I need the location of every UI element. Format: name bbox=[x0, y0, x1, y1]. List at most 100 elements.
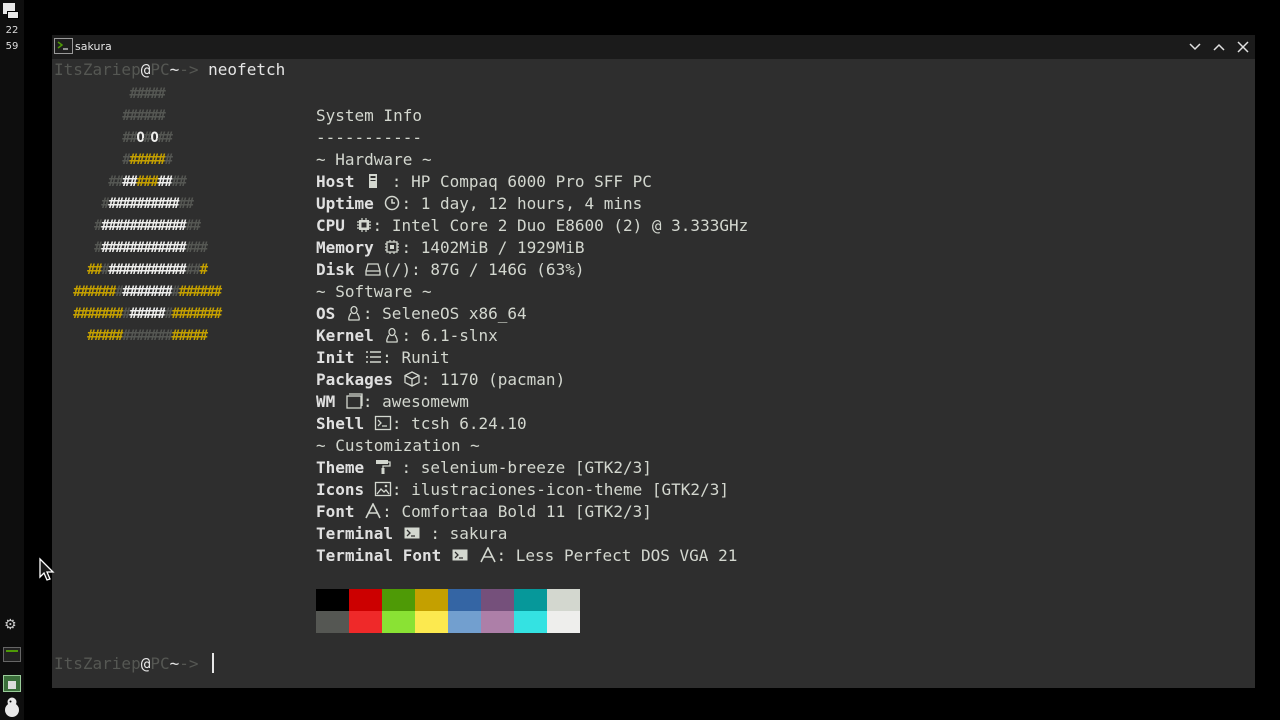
text-cursor bbox=[212, 653, 215, 673]
color-swatch-normal-4 bbox=[448, 589, 481, 611]
info-value: : Runit bbox=[382, 348, 450, 367]
disk-icon bbox=[364, 260, 382, 279]
info-key: Theme bbox=[316, 458, 365, 477]
info-value: : Intel Core 2 Duo E8600 (2) @ 3.333GHz bbox=[372, 216, 749, 235]
prompt-host: PC bbox=[150, 60, 170, 79]
termf-icon bbox=[451, 546, 469, 565]
system-info: System Info ----------- ~ Hardware ~ Host :… bbox=[316, 105, 748, 567]
color-swatch-bright-0 bbox=[316, 611, 349, 633]
minimize-icon[interactable] bbox=[1187, 39, 1203, 55]
box-icon bbox=[403, 370, 421, 389]
info-value: : Less Perfect DOS VGA 21 bbox=[496, 546, 738, 565]
info-row-cpu: CPU : Intel Core 2 Duo E8600 (2) @ 3.333… bbox=[316, 215, 748, 237]
color-swatch-bright-1 bbox=[349, 611, 382, 633]
color-palette bbox=[316, 589, 580, 633]
info-key: Packages bbox=[316, 370, 394, 389]
gear-icon[interactable]: ⚙ bbox=[4, 617, 20, 633]
info-row-init: Init : Runit bbox=[316, 347, 748, 369]
info-row-terminal-font: Terminal Font : Less Perfect DOS VGA 21 bbox=[316, 545, 748, 567]
info-key: CPU bbox=[316, 216, 345, 235]
info-value: : ilustraciones-icon-theme [GTK2/3] bbox=[391, 480, 729, 499]
title-bar[interactable]: sakura bbox=[52, 35, 1255, 59]
info-row-terminal: Terminal : sakura bbox=[316, 523, 748, 545]
prompt-path: ~ bbox=[169, 654, 180, 673]
win-icon bbox=[345, 392, 363, 411]
color-swatch-bright-6 bbox=[514, 611, 547, 633]
info-custom-header: ~ Customization ~ bbox=[316, 436, 480, 455]
info-key: Disk bbox=[316, 260, 355, 279]
prompt-path: ~ bbox=[169, 60, 180, 79]
color-swatch-bright-3 bbox=[415, 611, 448, 633]
info-value: : sakura bbox=[420, 524, 508, 543]
side-panel: 22 59 ⚙ bbox=[0, 0, 24, 720]
color-swatch-bright-4 bbox=[448, 611, 481, 633]
command-prompt-line: ItsZariep@PC~-> neofetch bbox=[54, 59, 285, 81]
workspace-switcher-icon[interactable] bbox=[3, 3, 19, 19]
info-value: : awesomewm bbox=[362, 392, 469, 411]
info-value: : 6.1-slnx bbox=[401, 326, 498, 345]
color-swatch-normal-3 bbox=[415, 589, 448, 611]
clock-minute: 59 bbox=[5, 41, 19, 52]
info-row-host: Host : HP Compaq 6000 Pro SFF PC bbox=[316, 171, 748, 193]
prompt-arrow: -> bbox=[179, 60, 199, 79]
info-value: : tcsh 6.24.10 bbox=[391, 414, 527, 433]
prompt-arrow: -> bbox=[179, 654, 199, 673]
info-value: : HP Compaq 6000 Pro SFF PC bbox=[382, 172, 652, 191]
info-key: OS bbox=[316, 304, 336, 323]
prompt-at: @ bbox=[140, 654, 151, 673]
color-swatch-normal-6 bbox=[514, 589, 547, 611]
prompt-at: @ bbox=[140, 60, 151, 79]
list-icon bbox=[364, 348, 382, 367]
prompt-host: PC bbox=[150, 654, 170, 673]
color-swatch-bright-7 bbox=[547, 611, 580, 633]
penguin-icon[interactable] bbox=[2, 696, 22, 718]
info-value: : SeleneOS x86_64 bbox=[362, 304, 527, 323]
terminal-task-icon[interactable] bbox=[3, 647, 21, 662]
info-row-theme: Theme : selenium-breeze [GTK2/3] bbox=[316, 457, 748, 479]
maximize-icon[interactable] bbox=[1211, 39, 1227, 55]
info-key: Memory bbox=[316, 238, 374, 257]
info-key: Kernel bbox=[316, 326, 374, 345]
info-value: : 1 day, 12 hours, 4 mins bbox=[401, 194, 643, 213]
terminal-icon bbox=[54, 38, 73, 54]
info-key: Terminal bbox=[316, 524, 394, 543]
tux-icon bbox=[383, 326, 401, 345]
home-icon[interactable] bbox=[3, 675, 21, 692]
close-icon[interactable] bbox=[1235, 39, 1251, 55]
info-value: : 1402MiB / 1929MiB bbox=[401, 238, 585, 257]
color-swatch-bright-5 bbox=[481, 611, 514, 633]
info-row-os: OS : SeleneOS x86_64 bbox=[316, 303, 748, 325]
font-icon bbox=[479, 546, 497, 565]
chip-icon bbox=[355, 216, 373, 235]
shell-icon bbox=[374, 414, 392, 433]
color-swatch-normal-7 bbox=[547, 589, 580, 611]
info-key: WM bbox=[316, 392, 336, 411]
info-value: (/): 87G / 146G (63%) bbox=[382, 260, 585, 279]
image-icon bbox=[374, 480, 392, 499]
info-key: Terminal Font bbox=[316, 546, 442, 565]
info-row-font: Font : Comfortaa Bold 11 [GTK2/3] bbox=[316, 501, 748, 523]
terminal-window[interactable]: sakura ItsZariep@PC~-> neofetch ##### ##… bbox=[52, 35, 1255, 688]
color-swatch-normal-1 bbox=[349, 589, 382, 611]
termf-icon bbox=[403, 524, 421, 543]
info-row-kernel: Kernel : 6.1-slnx bbox=[316, 325, 748, 347]
color-swatch-normal-0 bbox=[316, 589, 349, 611]
info-key: Uptime bbox=[316, 194, 374, 213]
ascii-penguin-logo: ##### ###### ##O#O## ####### ###########… bbox=[52, 86, 222, 344]
info-heading: System Info bbox=[316, 106, 422, 125]
info-key: Font bbox=[316, 502, 355, 521]
chipo-icon bbox=[383, 238, 401, 257]
prompt-user: ItsZariep bbox=[54, 60, 141, 79]
info-value: : 1170 (pacman) bbox=[420, 370, 566, 389]
color-swatch-bright-2 bbox=[382, 611, 415, 633]
info-key: Icons bbox=[316, 480, 365, 499]
info-rule: ----------- bbox=[316, 128, 422, 147]
info-key: Init bbox=[316, 348, 355, 367]
info-row-uptime: Uptime : 1 day, 12 hours, 4 mins bbox=[316, 193, 748, 215]
info-row-memory: Memory : 1402MiB / 1929MiB bbox=[316, 237, 748, 259]
color-swatch-normal-2 bbox=[382, 589, 415, 611]
tux-icon bbox=[345, 304, 363, 323]
window-title: sakura bbox=[75, 40, 112, 53]
terminal-output[interactable]: ItsZariep@PC~-> neofetch ##### ###### ##… bbox=[52, 59, 1255, 688]
active-prompt-line[interactable]: ItsZariep@PC~-> bbox=[54, 653, 215, 675]
